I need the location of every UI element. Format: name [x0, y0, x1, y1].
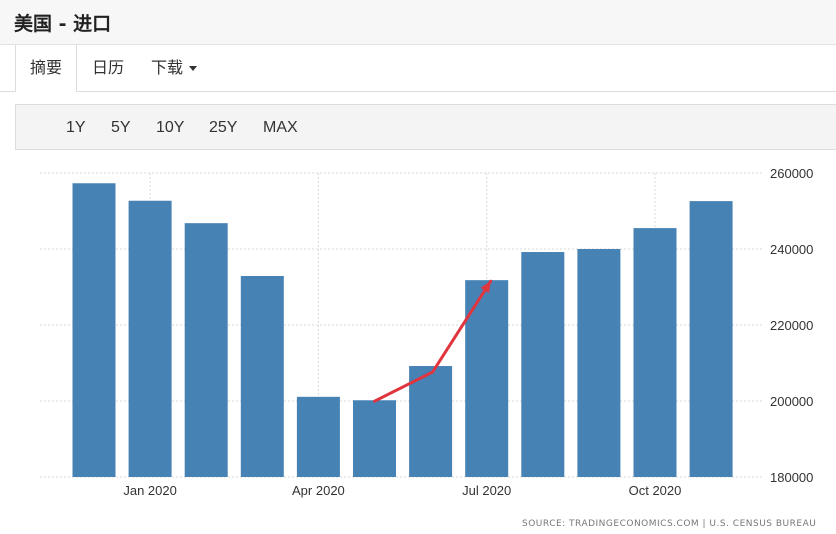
tab-summary[interactable]: 摘要	[15, 45, 78, 92]
bar	[353, 400, 396, 477]
y-tick-label: 240000	[770, 242, 813, 257]
range-selector: 1Y 5Y 10Y 25Y MAX	[15, 104, 836, 150]
y-tick-label: 180000	[770, 470, 813, 485]
caret-down-icon	[189, 66, 198, 71]
x-tick-label: Apr 2020	[292, 483, 345, 498]
bar	[409, 366, 453, 477]
bar	[689, 201, 733, 477]
y-tick-label: 260000	[770, 166, 813, 181]
bar	[633, 228, 677, 477]
range-5y-button[interactable]: 5Y	[111, 105, 131, 151]
tab-download[interactable]: 下载	[151, 45, 198, 91]
bar	[240, 275, 284, 477]
source-note: SOURCE: TRADINGECONOMICS.COM | U.S. CENS…	[522, 519, 817, 529]
bar	[184, 223, 228, 477]
y-tick-label: 200000	[770, 394, 813, 409]
x-tick-label: Jul 2020	[462, 483, 511, 498]
bar	[128, 200, 172, 478]
tab-calendar[interactable]: 日历	[92, 45, 124, 91]
x-tick-label: Jan 2020	[123, 483, 177, 498]
title-bar: 美国 - 进口	[0, 0, 836, 45]
range-max-button[interactable]: MAX	[263, 105, 298, 151]
tab-bar: 摘要 日历 下载	[0, 45, 836, 92]
bar	[577, 249, 621, 477]
bar	[296, 396, 340, 477]
tab-download-label: 下载	[151, 58, 184, 77]
x-tick-label: Oct 2020	[629, 483, 682, 498]
page-title: 美国 - 进口	[14, 13, 112, 35]
bar	[72, 183, 116, 477]
range-25y-button[interactable]: 25Y	[209, 105, 237, 151]
range-1y-button[interactable]: 1Y	[66, 105, 86, 151]
bar	[521, 252, 565, 477]
imports-chart: 260000 240000 220000 200000 180000 Jan 2020 Ap…	[40, 166, 813, 498]
y-tick-label: 220000	[770, 318, 813, 333]
range-10y-button[interactable]: 10Y	[156, 105, 184, 151]
